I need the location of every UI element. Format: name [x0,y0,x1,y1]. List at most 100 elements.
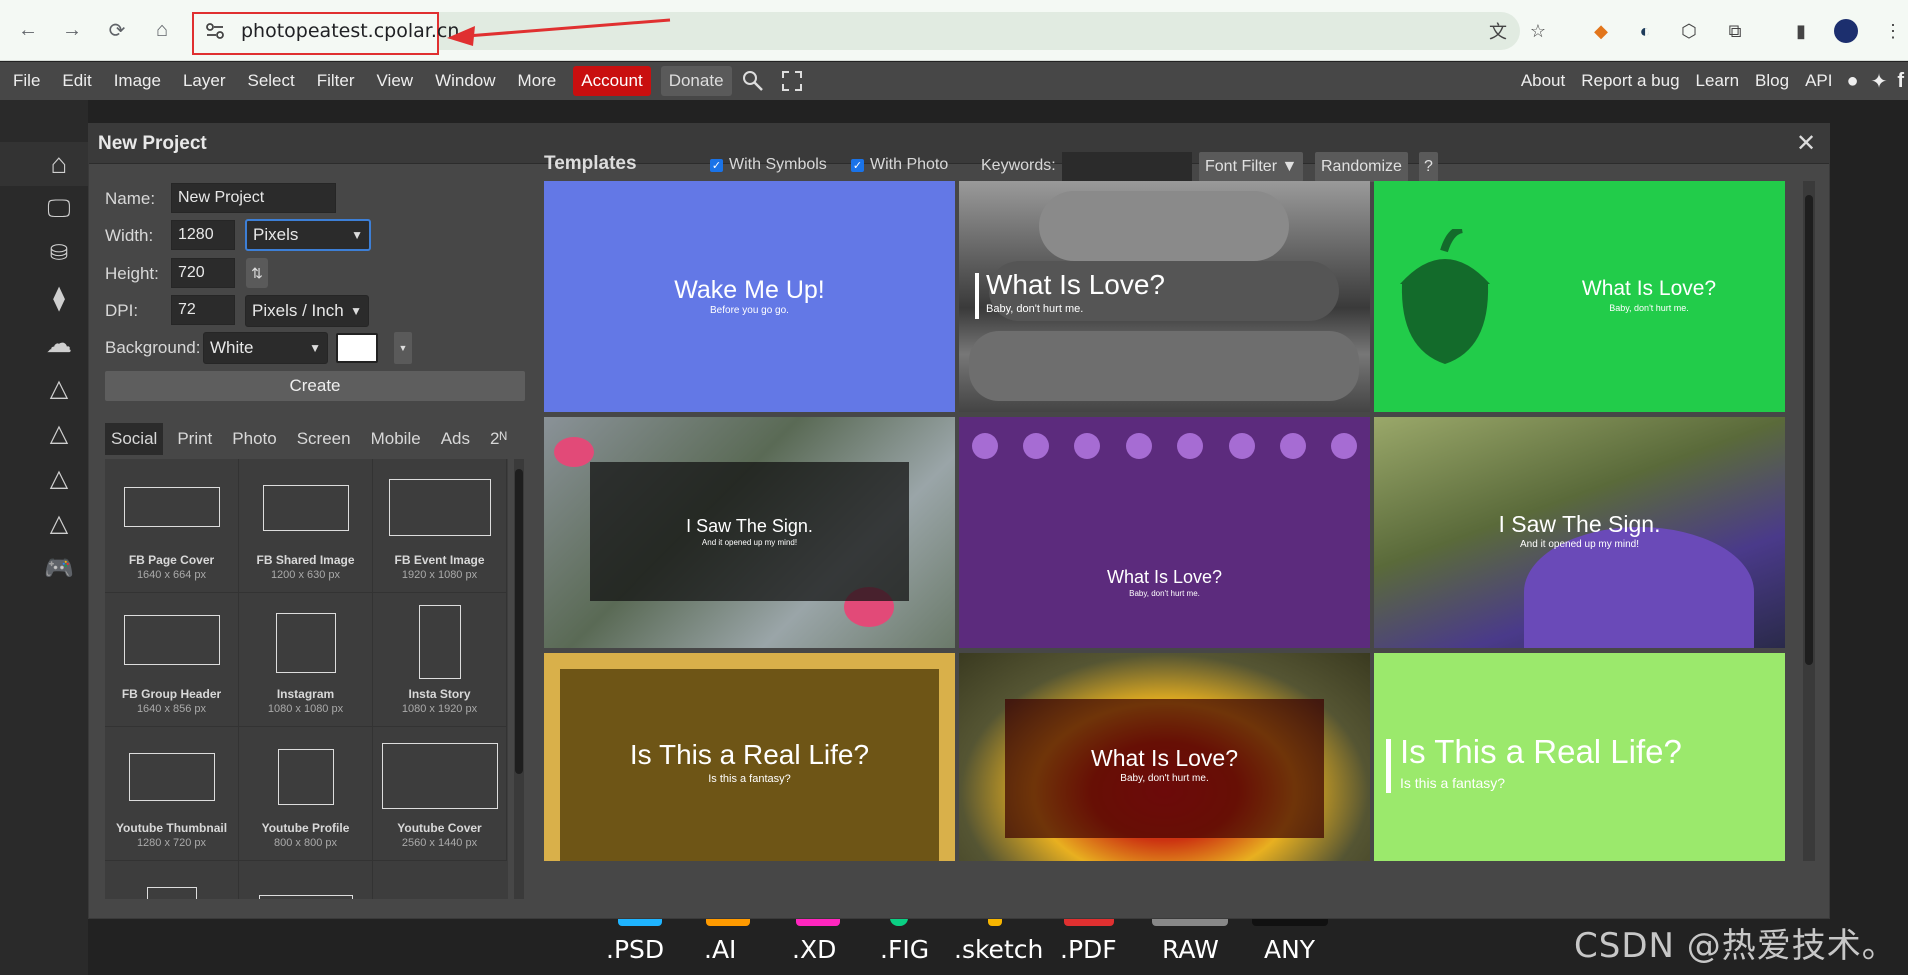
translate-icon[interactable]: 文 [1485,18,1511,44]
menu-select[interactable]: Select [236,66,305,96]
metamask-extension-icon[interactable]: ◆ [1588,18,1614,44]
scrollbar-thumb[interactable] [1805,195,1813,665]
template-card[interactable]: What Is Love? Baby, don't hurt me. [959,181,1370,412]
preset-fb-group-header[interactable]: FB Group Header 1640 x 856 px [105,593,239,727]
close-icon[interactable]: ✕ [1793,130,1819,157]
background-options-dropdown[interactable]: ▼ [394,332,412,364]
randomize-button[interactable]: Randomize [1315,152,1408,182]
with-symbols-checkbox[interactable]: ✓ With Symbols [710,156,827,174]
keywords-input[interactable] [1062,152,1192,182]
hard-drive-icon[interactable]: ⛁ [44,239,74,267]
dropbox-icon[interactable]: ⧫ [44,284,74,312]
templates-scrollbar[interactable] [1803,181,1815,861]
dpi-unit-select[interactable]: Pixels / Inch ▼ [245,295,369,327]
bookmark-star-icon[interactable]: ☆ [1525,18,1551,44]
menu-edit[interactable]: Edit [51,66,102,96]
template-card[interactable]: What Is Love? Baby, don't hurt me. [1374,181,1785,412]
tab-2n[interactable]: 2ᴺ [484,423,513,455]
google-drive-icon[interactable]: △ [44,374,74,402]
menu-filter[interactable]: Filter [306,66,366,96]
reddit-icon[interactable]: ● [1840,66,1864,96]
twitter-icon[interactable]: ✦ [1865,66,1894,96]
preset-youtube-cover[interactable]: Youtube Cover 2560 x 1440 px [373,727,507,861]
menu-about[interactable]: About [1513,66,1573,96]
reload-icon[interactable]: ⟳ [103,16,131,44]
site-settings-icon[interactable] [205,22,225,40]
preset-insta-story[interactable]: Insta Story 1080 x 1920 px [373,593,507,727]
donate-button[interactable]: Donate [660,66,732,96]
preset-size: 1640 x 664 px [136,569,207,581]
menu-file[interactable]: File [2,66,51,96]
google-drive-icon-4[interactable]: △ [44,509,74,537]
tab-ads[interactable]: Ads [435,423,476,455]
width-unit-value: Pixels [253,225,299,244]
profile-avatar[interactable] [1833,18,1859,44]
swap-dimensions-icon[interactable]: ⇅ [246,258,268,288]
browser-menu-icon[interactable]: ⋮ [1880,18,1906,44]
menu-layer[interactable]: Layer [172,66,237,96]
template-card[interactable]: What Is Love? Baby, don't hurt me. [959,417,1370,648]
preset-partial[interactable] [239,861,373,899]
menu-api[interactable]: API [1797,66,1840,96]
preset-youtube-profile[interactable]: Youtube Profile 800 x 800 px [239,727,373,861]
tab-mobile[interactable]: Mobile [365,423,427,455]
help-button[interactable]: ? [1419,152,1438,182]
back-icon[interactable]: ← [14,16,42,44]
template-card[interactable]: Is This a Real Life? Is this a fantasy? [544,653,955,861]
template-card[interactable]: Wake Me Up! Before you go go. [544,181,955,412]
with-photo-checkbox[interactable]: ✓ With Photo [851,156,948,174]
preset-youtube-thumbnail[interactable]: Youtube Thumbnail 1280 x 720 px [105,727,239,861]
cube-extension-icon[interactable]: ⬡ [1676,18,1702,44]
background-select[interactable]: White ▼ [203,332,328,364]
scrollbar-thumb[interactable] [515,469,523,774]
google-drive-icon-3[interactable]: △ [44,464,74,492]
fullscreen-icon[interactable] [781,70,803,92]
background-color-swatch[interactable] [336,333,378,363]
menu-more[interactable]: More [507,66,568,96]
desktop-icon[interactable]: 🖵 [44,195,74,223]
template-title: What Is Love? [1106,567,1223,587]
forward-icon[interactable]: → [58,16,86,44]
tab-print[interactable]: Print [171,423,218,455]
url-text[interactable]: photopeatest.cpolar.cn [241,20,459,42]
side-panel-icon[interactable]: ▮ [1788,18,1814,44]
name-input[interactable]: New Project [171,183,336,213]
extension-icon[interactable]: ◐ [1632,18,1658,44]
home-icon[interactable]: ⌂ [148,16,176,44]
menu-window[interactable]: Window [424,66,506,96]
width-input[interactable]: 1280 [171,220,235,250]
preset-size: 1200 x 630 px [270,569,341,581]
with-symbols-label: With Symbols [729,156,827,173]
preset-scrollbar[interactable] [514,459,524,899]
preset-fb-page-cover[interactable]: FB Page Cover 1640 x 664 px [105,459,239,593]
menu-view[interactable]: View [366,66,425,96]
font-filter-button[interactable]: Font Filter ▼ [1199,152,1304,182]
preset-partial[interactable] [105,861,239,899]
google-drive-icon-2[interactable]: △ [44,419,74,447]
tab-photo[interactable]: Photo [226,423,282,455]
tab-social[interactable]: Social [105,423,164,455]
template-card[interactable]: I Saw The Sign. And it opened up my mind… [1374,417,1785,648]
create-button[interactable]: Create [105,371,525,401]
preset-fb-shared-image[interactable]: FB Shared Image 1200 x 630 px [239,459,373,593]
gamepad-icon[interactable]: 🎮 [44,554,74,582]
account-button[interactable]: Account [573,66,651,96]
menu-image[interactable]: Image [103,66,172,96]
menu-learn[interactable]: Learn [1688,66,1747,96]
search-icon[interactable] [742,70,764,92]
menu-report-bug[interactable]: Report a bug [1573,66,1687,96]
dpi-input[interactable]: 72 [171,295,235,325]
facebook-icon[interactable]: f [1893,66,1908,96]
preset-fb-event-image[interactable]: FB Event Image 1920 x 1080 px [373,459,507,593]
template-card[interactable]: I Saw The Sign. And it opened up my mind… [544,417,955,648]
template-card[interactable]: Is This a Real Life? Is this a fantasy? [1374,653,1785,861]
template-card[interactable]: What Is Love? Baby, don't hurt me. [959,653,1370,861]
home-icon[interactable]: ⌂ [44,148,74,179]
tab-screen[interactable]: Screen [291,423,357,455]
puzzle-extensions-icon[interactable]: ⧉ [1722,18,1748,44]
preset-instagram[interactable]: Instagram 1080 x 1080 px [239,593,373,727]
menu-blog[interactable]: Blog [1747,66,1797,96]
width-unit-select[interactable]: Pixels ▼ [245,219,371,251]
height-input[interactable]: 720 [171,258,235,288]
onedrive-cloud-icon[interactable]: ☁ [44,328,74,358]
